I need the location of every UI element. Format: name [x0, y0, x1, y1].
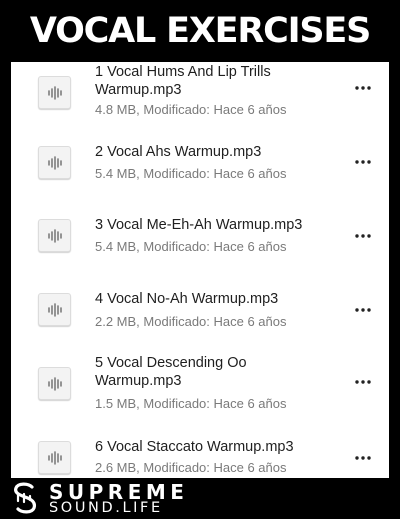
- file-meta: 1.5 MB, Modificado: Hace 6 años: [95, 396, 287, 411]
- file-row[interactable]: 5 Vocal Descending Oo Warmup.mp3 1.5 MB,…: [11, 352, 389, 416]
- file-meta: 2.6 MB, Modificado: Hace 6 años: [95, 460, 287, 475]
- audio-file-icon: [38, 441, 71, 474]
- page-title: VOCAL EXERCISES: [29, 11, 371, 51]
- file-row[interactable]: 2 Vocal Ahs Warmup.mp3 5.4 MB, Modificad…: [11, 138, 389, 194]
- more-options-button[interactable]: [353, 304, 373, 316]
- header: VOCAL EXERCISES: [0, 0, 400, 62]
- audio-file-icon: [38, 146, 71, 179]
- audio-file-icon: [38, 219, 71, 252]
- supreme-sound-logo-icon: [10, 482, 40, 519]
- audio-file-icon: [38, 367, 71, 400]
- more-horizontal-icon: [355, 160, 371, 164]
- audio-file-icon: [38, 76, 71, 109]
- more-options-button[interactable]: [353, 452, 373, 464]
- file-row[interactable]: 6 Vocal Staccato Warmup.mp3 2.6 MB, Modi…: [11, 432, 389, 478]
- file-name[interactable]: 4 Vocal No-Ah Warmup.mp3: [95, 290, 335, 308]
- brand-domain: SOUND.LIFE: [49, 500, 163, 516]
- audio-file-icon: [38, 293, 71, 326]
- more-options-button[interactable]: [353, 82, 373, 94]
- file-list: 1 Vocal Hums And Lip Trills Warmup.mp3 4…: [11, 62, 389, 478]
- file-name[interactable]: 5 Vocal Descending Oo Warmup.mp3: [95, 354, 275, 390]
- more-horizontal-icon: [355, 456, 371, 460]
- more-horizontal-icon: [355, 234, 371, 238]
- more-options-button[interactable]: [353, 376, 373, 388]
- file-row[interactable]: 3 Vocal Me-Eh-Ah Warmup.mp3 5.4 MB, Modi…: [11, 210, 389, 266]
- file-name[interactable]: 3 Vocal Me-Eh-Ah Warmup.mp3: [95, 216, 335, 234]
- file-row[interactable]: 4 Vocal No-Ah Warmup.mp3 2.2 MB, Modific…: [11, 284, 389, 340]
- file-name[interactable]: 2 Vocal Ahs Warmup.mp3: [95, 143, 335, 161]
- more-horizontal-icon: [355, 86, 371, 90]
- more-horizontal-icon: [355, 380, 371, 384]
- file-name[interactable]: 1 Vocal Hums And Lip Trills Warmup.mp3: [95, 63, 335, 99]
- more-horizontal-icon: [355, 308, 371, 312]
- file-meta: 5.4 MB, Modificado: Hace 6 años: [95, 166, 287, 181]
- file-row[interactable]: 1 Vocal Hums And Lip Trills Warmup.mp3 4…: [11, 62, 389, 132]
- file-meta: 2.2 MB, Modificado: Hace 6 años: [95, 314, 287, 329]
- file-meta: 4.8 MB, Modificado: Hace 6 años: [95, 102, 287, 117]
- more-options-button[interactable]: [353, 230, 373, 242]
- file-meta: 5.4 MB, Modificado: Hace 6 años: [95, 239, 287, 254]
- more-options-button[interactable]: [353, 156, 373, 168]
- file-name[interactable]: 6 Vocal Staccato Warmup.mp3: [95, 438, 335, 456]
